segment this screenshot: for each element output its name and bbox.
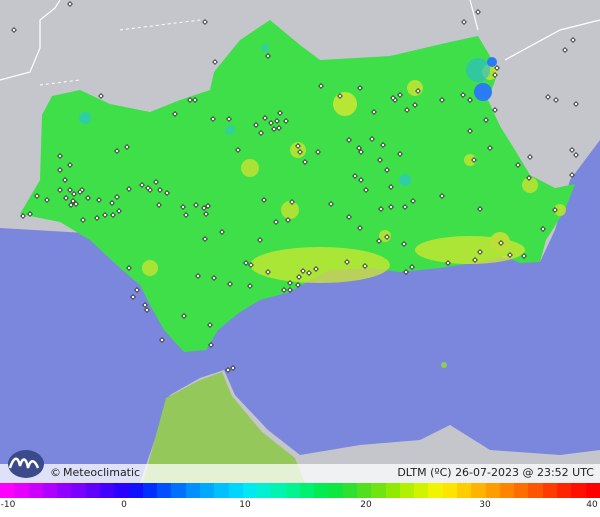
color-bar-step bbox=[0, 483, 15, 498]
weather-map-view: © Meteoclimatic DLTM (ºC) 26-07-2023 @ 23… bbox=[0, 0, 600, 517]
color-bar-step bbox=[257, 483, 272, 498]
color-bar-step bbox=[385, 483, 400, 498]
color-bar-step bbox=[57, 483, 72, 498]
color-bar-step bbox=[299, 483, 315, 498]
color-bar-step bbox=[571, 483, 586, 498]
meteoclimatic-logo-icon bbox=[8, 450, 44, 478]
color-bar-step bbox=[85, 483, 100, 498]
color-bar-step bbox=[399, 483, 415, 498]
color-bar-step bbox=[342, 483, 358, 498]
color-bar-step bbox=[242, 483, 258, 498]
color-bar-step bbox=[157, 483, 172, 498]
color-bar-step bbox=[457, 483, 472, 498]
color-bar-step bbox=[228, 483, 243, 498]
color-bar-step bbox=[185, 483, 200, 498]
color-bar-step bbox=[485, 483, 500, 498]
color-bar-step bbox=[28, 483, 43, 498]
timestamp: 26-07-2023 @ 23:52 UTC bbox=[455, 466, 594, 479]
variable-label: DLTM (ºC) bbox=[397, 466, 452, 479]
scale-tick: 10 bbox=[239, 500, 251, 510]
scale-tick: -10 bbox=[0, 500, 16, 510]
color-bar-step bbox=[428, 483, 443, 498]
color-bar-step bbox=[556, 483, 572, 498]
map-metadata: DLTM (ºC) 26-07-2023 @ 23:52 UTC bbox=[397, 466, 594, 479]
color-bar-step bbox=[142, 483, 158, 498]
color-bar-step bbox=[71, 483, 86, 498]
color-bar-step bbox=[214, 483, 229, 498]
color-bar-step bbox=[542, 483, 557, 498]
color-bar-step bbox=[171, 483, 186, 498]
color-bar-step bbox=[114, 483, 129, 498]
scale-tick: 0 bbox=[121, 500, 127, 510]
color-bar-step bbox=[128, 483, 143, 498]
color-bar-step bbox=[285, 483, 300, 498]
color-bar-step bbox=[442, 483, 457, 498]
color-bar-step bbox=[528, 483, 543, 498]
color-bar-step bbox=[357, 483, 372, 498]
color-bar-step bbox=[314, 483, 329, 498]
color-bar-step bbox=[42, 483, 58, 498]
brand-name: Meteoclimatic bbox=[63, 466, 141, 479]
copyright-symbol: © bbox=[50, 466, 61, 479]
color-bar-step bbox=[471, 483, 486, 498]
color-bar-step bbox=[499, 483, 515, 498]
scale-tick: 30 bbox=[479, 500, 491, 510]
color-bar bbox=[0, 483, 600, 498]
brand-label: © Meteoclimatic bbox=[50, 466, 140, 479]
color-bar-step bbox=[328, 483, 343, 498]
alboran-island bbox=[441, 362, 447, 368]
color-bar-step bbox=[271, 483, 286, 498]
scale-tick: 40 bbox=[586, 500, 598, 510]
color-bar-step bbox=[199, 483, 215, 498]
color-bar-step bbox=[371, 483, 386, 498]
temperature-scale: -10 0 10 20 30 40 bbox=[0, 483, 600, 517]
color-bar-step bbox=[585, 483, 600, 498]
color-bar-step bbox=[514, 483, 529, 498]
color-bar-step bbox=[99, 483, 115, 498]
scale-tick: 20 bbox=[360, 500, 372, 510]
temperature-map[interactable] bbox=[0, 0, 600, 483]
color-bar-step bbox=[414, 483, 429, 498]
color-bar-step bbox=[14, 483, 29, 498]
